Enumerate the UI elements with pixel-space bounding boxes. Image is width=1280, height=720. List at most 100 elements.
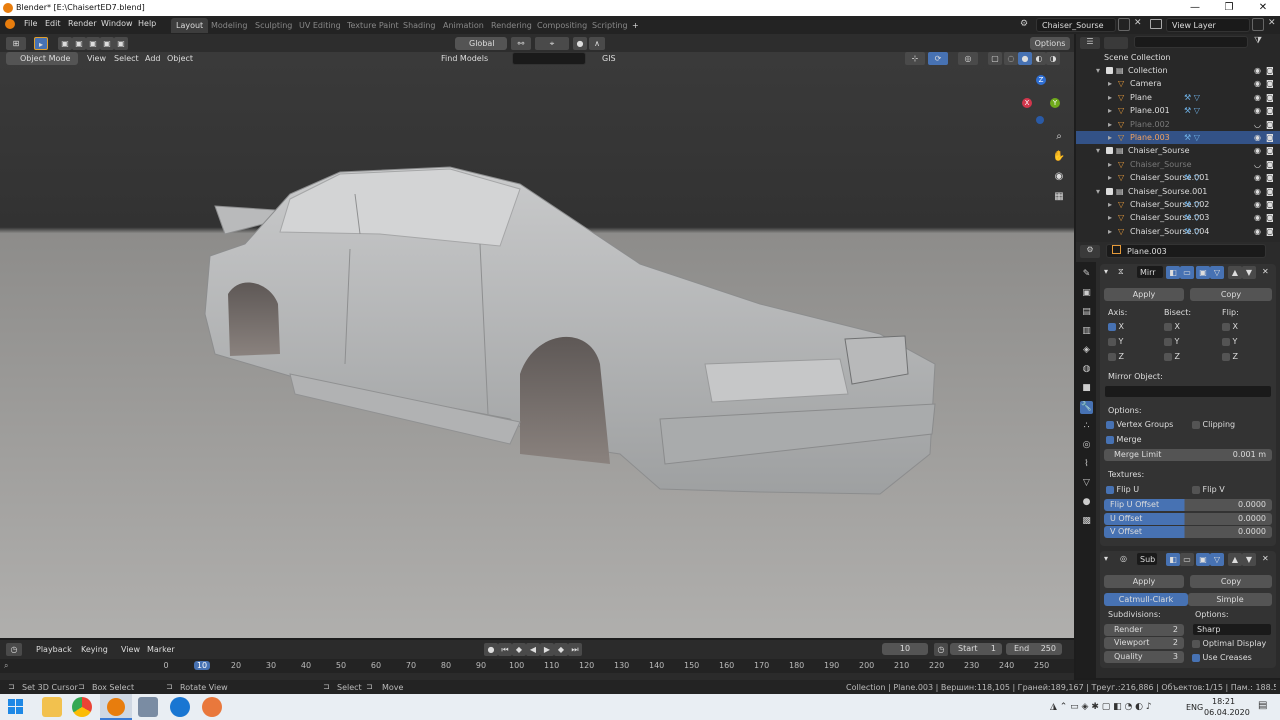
filter-icon[interactable]: ⧩ [1254,36,1262,46]
start-frame-field[interactable]: Start 1 [950,643,1002,655]
expand-arrow-icon[interactable]: ▸ [1108,91,1112,104]
expand-arrow-icon[interactable]: ▸ [1108,211,1112,224]
timeline-search-icon[interactable]: ⌕ [4,661,8,671]
subsurf-render-icon[interactable]: ▣ [1196,553,1210,566]
expand-arrow-icon[interactable]: ▸ [1108,77,1112,90]
expand-arrow-icon[interactable]: ▸ [1108,225,1112,238]
outliner-row[interactable]: ▸ ▽ Chaiser_Sourse.001 ⚒ ▽ ◉ ◙ [1076,171,1280,184]
subsurf-down-icon[interactable]: ▼ [1242,553,1256,566]
data-tab-icon[interactable]: ▽ [1080,477,1093,490]
particles-tab-icon[interactable]: ∴ [1080,420,1093,433]
visibility-eye-icon[interactable]: ◉ [1254,225,1261,238]
outliner-row[interactable]: ▸ ▽ Plane.003 ⚒ ▽ ◉ ◙ [1076,131,1280,144]
find-models-label[interactable]: Find Models [441,54,488,63]
blender-taskbar-item[interactable] [100,694,132,720]
outliner-row[interactable]: ▾ ▤ Chaiser_Sourse ◉ ◙ [1076,144,1280,157]
render-camera-icon[interactable]: ◙ [1266,131,1274,144]
outliner-editor-icon[interactable]: ☰ [1080,37,1100,49]
current-frame-field[interactable]: 10 [882,643,928,655]
outliner-row[interactable]: ▸ ▽ Chaiser_Sourse ◡ ◙ [1076,158,1280,171]
music-taskbar-icon[interactable] [202,697,222,717]
mirror-apply-button[interactable]: Apply [1104,288,1184,301]
bisect-x-checkbox[interactable] [1164,322,1172,331]
clipping-checkbox[interactable] [1192,420,1200,429]
mirror-object-field[interactable] [1104,385,1272,398]
menu-help[interactable]: Help [138,19,156,28]
axis-x-icon[interactable]: X [1022,98,1032,108]
modifier-icon[interactable]: ⚒ ▽ [1184,225,1200,238]
pivot-point-icon[interactable]: ⚯ [511,37,531,50]
outliner-row[interactable]: ▸ ▽ Plane.002 ◡ ◙ [1076,118,1280,131]
outliner-row[interactable]: ▸ ▽ Chaiser_Sourse.002 ⚒ ▽ ◉ ◙ [1076,198,1280,211]
render-camera-icon[interactable]: ◙ [1266,118,1274,131]
axis-z-checkbox[interactable] [1108,352,1116,361]
select-mode-new-icon[interactable]: ▣ [58,37,72,50]
explorer-taskbar-icon[interactable] [42,697,62,717]
select-mode-subtract-icon[interactable]: ▣ [86,37,100,50]
subsurf-up-icon[interactable]: ▲ [1228,553,1242,566]
preview-range-icon[interactable]: ◷ [934,643,948,656]
visibility-eye-icon[interactable]: ◉ [1254,131,1261,144]
tab-compositing[interactable]: Compositing [532,18,592,33]
visibility-eye-icon[interactable]: ◉ [1254,171,1261,184]
snapping-icon[interactable]: ⌖ [535,37,569,50]
menu-edit[interactable]: Edit [45,19,61,28]
visibility-eye-icon[interactable]: ◡ [1254,118,1261,131]
render-camera-icon[interactable]: ◙ [1266,91,1274,104]
tool-tab-icon[interactable]: ✎ [1080,268,1093,281]
merge-checkbox[interactable] [1106,435,1114,444]
overlays-icon[interactable]: ◎ [958,52,978,65]
expand-arrow-icon[interactable]: ▾ [1096,144,1100,157]
render-camera-icon[interactable]: ◙ [1266,198,1274,211]
tray-icons[interactable]: ◮ ⌃ ▭ ◈ ✱ ▢ ◧ ◔ ◐ ♪ [1050,702,1152,712]
modifier-icon[interactable]: ⚒ ▽ [1184,91,1200,104]
scene-selector[interactable]: Chaiser_Sourse [1036,18,1116,32]
select-mode-intersect-icon[interactable]: ▣ [114,37,128,50]
render-camera-icon[interactable]: ◙ [1266,158,1274,171]
select-mode-extend-icon[interactable]: ▣ [72,37,86,50]
blender-menu-icon[interactable] [5,19,15,29]
flip-z-checkbox[interactable] [1222,352,1230,361]
tab-modeling[interactable]: Modeling [206,18,252,33]
simple-button[interactable]: Simple [1188,593,1272,606]
shading-wireframe-icon[interactable]: ◌ [1004,52,1018,65]
mirror-down-icon[interactable]: ▼ [1242,266,1256,279]
merge-limit-field[interactable]: Merge Limit 0.001 m [1104,449,1272,461]
view-layer-tab-icon[interactable]: ▥ [1080,325,1093,338]
end-frame-field[interactable]: End 250 [1006,643,1062,655]
object-mode-dropdown[interactable]: Object Mode [6,52,78,65]
zoom-icon[interactable]: ⌕ [1052,131,1066,145]
scene-tab-icon[interactable]: ◈ [1080,344,1093,357]
axis-x-checkbox[interactable] [1108,322,1116,331]
axis-y-checkbox[interactable] [1108,337,1116,346]
outliner-scene-collection[interactable]: Scene Collection [1076,51,1280,64]
mirror-name-field[interactable]: Mirr [1136,265,1164,279]
expand-arrow-icon[interactable]: ▸ [1108,131,1112,144]
editor-type-button[interactable]: ⊞ [6,37,26,50]
visibility-eye-icon[interactable]: ◉ [1254,185,1261,198]
clock-time[interactable]: 18:21 [1212,697,1235,706]
jump-start-icon[interactable]: ⏮ [498,643,512,656]
camera-view-icon[interactable]: ◉ [1052,171,1066,185]
v-offset-field[interactable]: V Offset 0.0000 [1104,526,1272,538]
mirror-editmode-icon[interactable]: ◧ [1166,266,1180,279]
optimal-display-checkbox[interactable] [1192,639,1200,648]
chrome-taskbar-icon[interactable] [72,697,92,717]
record-icon[interactable]: ● [484,643,498,656]
timeline-view-menu[interactable]: View [121,645,140,654]
expand-arrow-icon[interactable]: ▸ [1108,198,1112,211]
remove-view-layer-icon[interactable]: ✕ [1268,18,1276,28]
modifier-icon[interactable]: ⚒ ▽ [1184,211,1200,224]
use-creases-checkbox[interactable] [1192,653,1200,662]
viewport-menu-select[interactable]: Select [114,54,139,63]
modifier-icon[interactable]: ⚒ ▽ [1184,198,1200,211]
playback-menu[interactable]: Playback [36,645,72,654]
render-camera-icon[interactable]: ◙ [1266,144,1274,157]
new-scene-icon[interactable] [1118,18,1130,31]
collection-checkbox[interactable] [1106,187,1113,195]
catmull-clark-button[interactable]: Catmull-Clark [1104,593,1188,606]
next-keyframe-icon[interactable]: ◆ [554,643,568,656]
view-layer-selector[interactable]: View Layer [1166,18,1250,32]
object-name-field[interactable]: Plane.003 [1106,244,1266,258]
axis-neg-z-icon[interactable] [1036,116,1044,124]
